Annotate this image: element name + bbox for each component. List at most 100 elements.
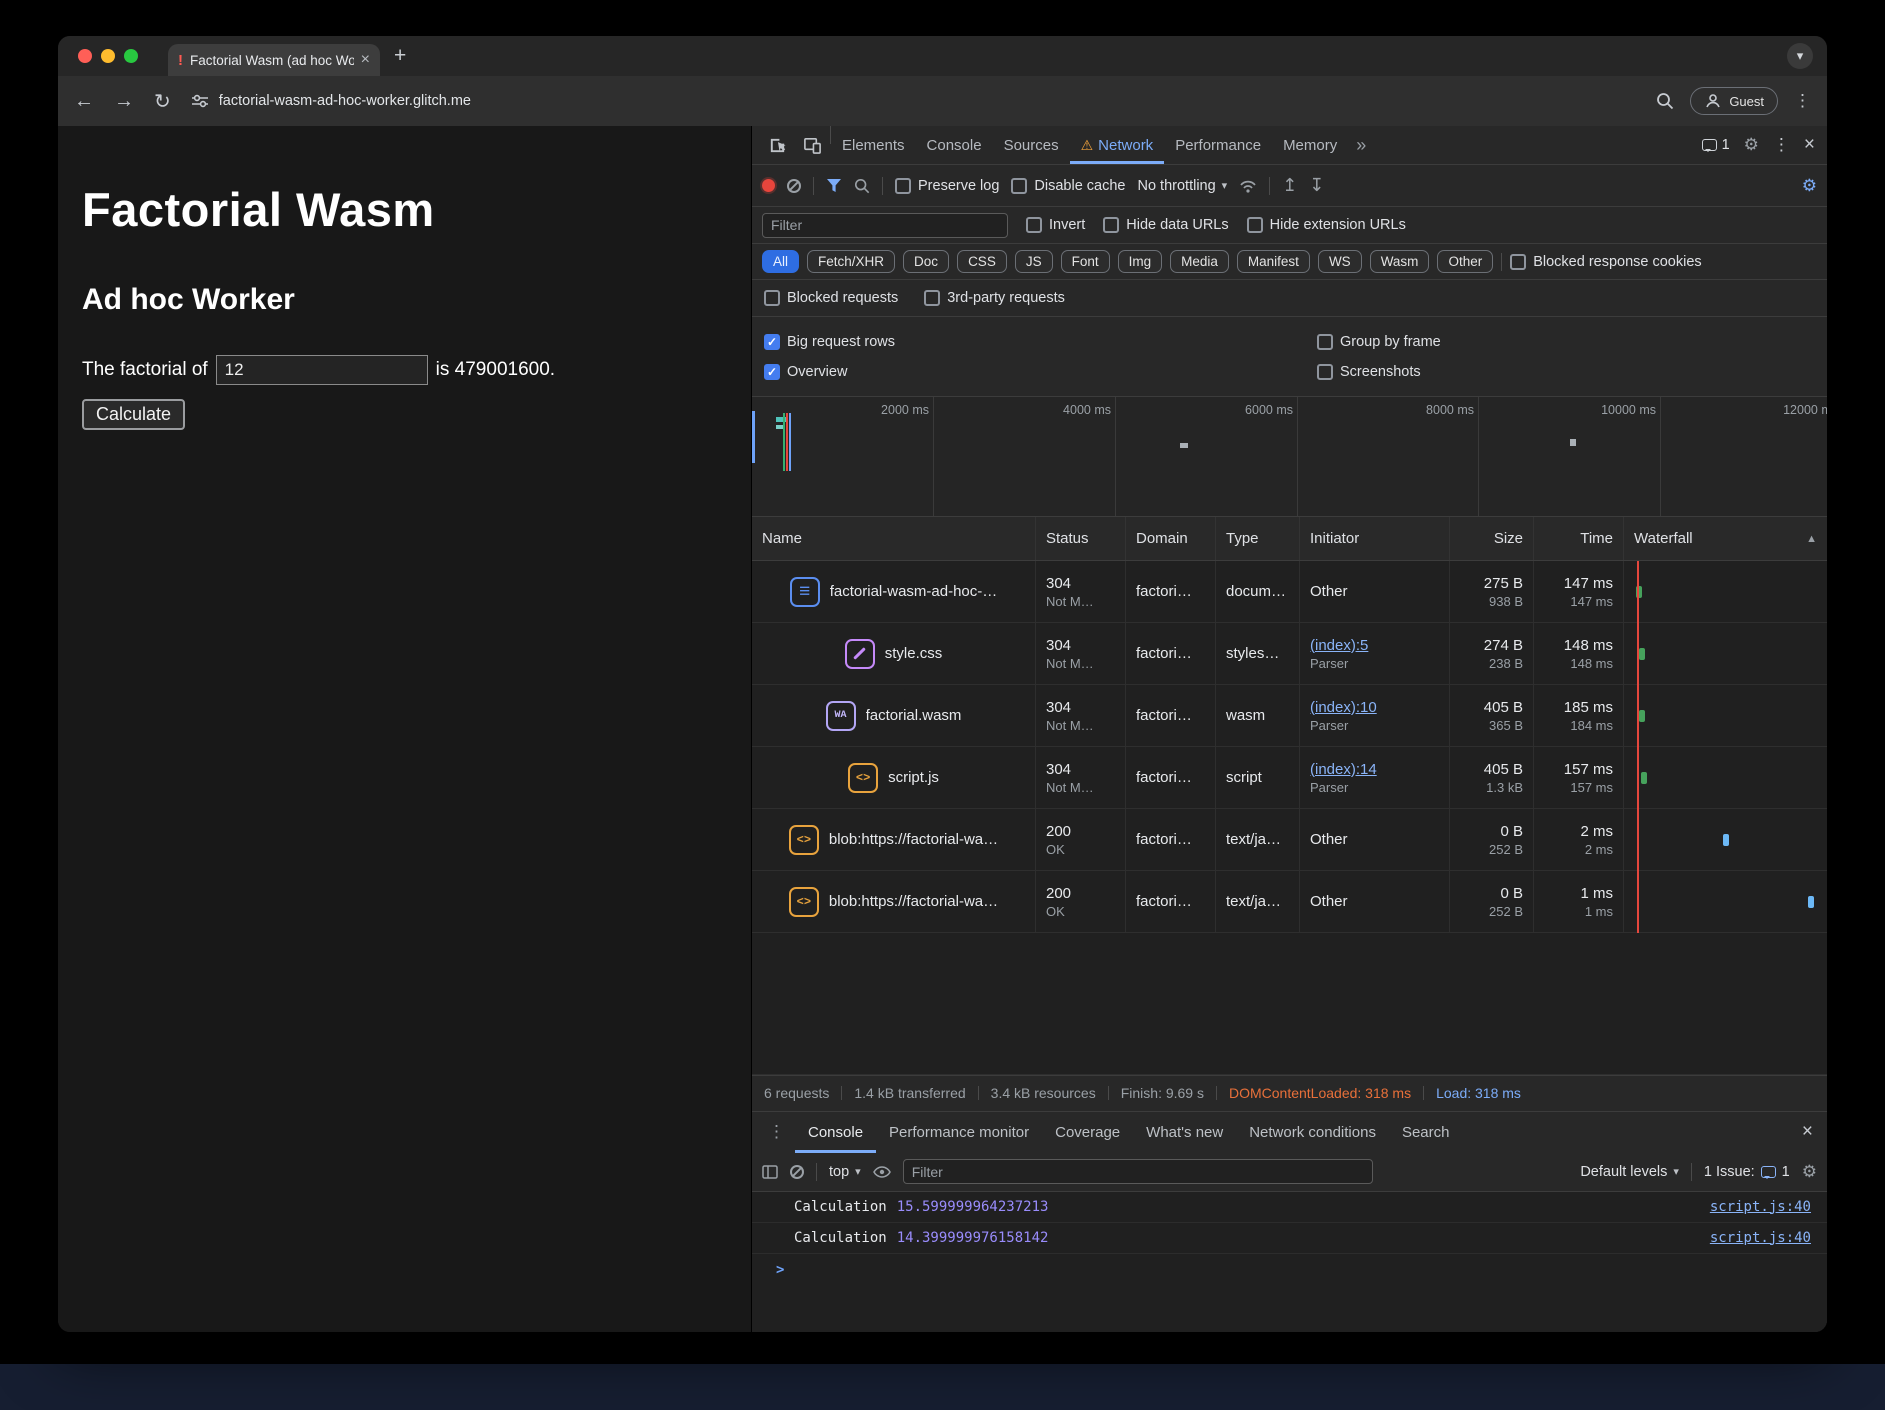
- column-header-status[interactable]: Status: [1036, 517, 1126, 560]
- device-toolbar-icon[interactable]: [795, 126, 830, 164]
- column-header-initiator[interactable]: Initiator: [1300, 517, 1450, 560]
- blocked-response-cookies-checkbox[interactable]: Blocked response cookies: [1510, 254, 1701, 270]
- factorial-input[interactable]: [216, 355, 428, 385]
- filter-chip-fetch-xhr[interactable]: Fetch/XHR: [807, 250, 895, 273]
- tab-search-button[interactable]: ▾: [1787, 43, 1813, 69]
- initiator-link[interactable]: (index):10: [1310, 699, 1439, 716]
- console-messages-badge[interactable]: 1: [1702, 137, 1730, 153]
- hide-data-urls-checkbox[interactable]: Hide data URLs: [1103, 217, 1228, 233]
- site-settings-icon[interactable]: [191, 94, 209, 108]
- column-header-waterfall[interactable]: Waterfall ▲: [1624, 517, 1827, 560]
- column-header-name[interactable]: Name: [752, 517, 1036, 560]
- search-icon[interactable]: [854, 178, 870, 194]
- network-request-row[interactable]: style.css 304Not M… factori… styles… (in…: [752, 623, 1827, 685]
- drawer-tab-console[interactable]: Console: [795, 1112, 876, 1153]
- forward-button[interactable]: →: [114, 90, 134, 113]
- clear-network-log-icon[interactable]: [787, 179, 801, 193]
- issues-counter[interactable]: 1 Issue: 1: [1704, 1164, 1790, 1180]
- devtools-settings-icon[interactable]: ⚙: [1744, 135, 1759, 155]
- invert-checkbox[interactable]: Invert: [1026, 217, 1085, 233]
- filter-chip-css[interactable]: CSS: [957, 250, 1007, 273]
- browser-menu-button[interactable]: ⋮: [1794, 91, 1811, 111]
- overview-checkbox[interactable]: Overview: [764, 364, 1317, 380]
- network-request-row[interactable]: blob:https://factorial-wa… 200OK factori…: [752, 809, 1827, 871]
- column-header-size[interactable]: Size: [1450, 517, 1534, 560]
- column-header-type[interactable]: Type: [1216, 517, 1300, 560]
- filter-chip-wasm[interactable]: Wasm: [1370, 250, 1430, 273]
- console-source-link[interactable]: script.js:40: [1710, 1230, 1811, 1246]
- calculate-button[interactable]: Calculate: [82, 399, 185, 430]
- initiator-link[interactable]: (index):14: [1310, 761, 1439, 778]
- column-header-domain[interactable]: Domain: [1126, 517, 1216, 560]
- drawer-tab-search[interactable]: Search: [1389, 1112, 1463, 1153]
- drawer-tab-performance-monitor[interactable]: Performance monitor: [876, 1112, 1042, 1153]
- address-bar-url[interactable]: factorial-wasm-ad-hoc-worker.glitch.me: [219, 93, 471, 109]
- tab-memory[interactable]: Memory: [1272, 126, 1348, 164]
- devtools-close-icon[interactable]: ×: [1804, 134, 1815, 156]
- network-request-row[interactable]: script.js 304Not M… factori… script (ind…: [752, 747, 1827, 809]
- column-header-time[interactable]: Time: [1534, 517, 1624, 560]
- filter-chip-img[interactable]: Img: [1118, 250, 1163, 273]
- record-network-log-button[interactable]: [762, 179, 775, 192]
- more-tabs-icon[interactable]: »: [1348, 126, 1374, 164]
- blocked-requests-checkbox[interactable]: Blocked requests: [764, 290, 898, 306]
- drawer-close-icon[interactable]: ×: [1794, 1112, 1821, 1153]
- execution-context-dropdown[interactable]: top ▾: [829, 1164, 861, 1180]
- third-party-requests-checkbox[interactable]: 3rd-party requests: [924, 290, 1065, 306]
- drawer-tab-coverage[interactable]: Coverage: [1042, 1112, 1133, 1153]
- zoom-icon[interactable]: [1656, 92, 1674, 110]
- drawer-tab-whats-new[interactable]: What's new: [1133, 1112, 1236, 1153]
- tab-elements[interactable]: Elements: [831, 126, 916, 164]
- console-prompt[interactable]: >: [752, 1254, 1827, 1286]
- new-tab-button[interactable]: +: [394, 44, 406, 68]
- network-request-row[interactable]: factorial.wasm 304Not M… factori… wasm (…: [752, 685, 1827, 747]
- timeline-selection-handle[interactable]: [752, 411, 755, 463]
- throttling-dropdown[interactable]: No throttling ▾: [1137, 178, 1227, 194]
- filter-chip-other[interactable]: Other: [1437, 250, 1493, 273]
- hide-extension-urls-checkbox[interactable]: Hide extension URLs: [1247, 217, 1406, 233]
- inspect-element-icon[interactable]: [760, 126, 795, 164]
- console-sidebar-icon[interactable]: [762, 1165, 778, 1179]
- browser-tab[interactable]: ! Factorial Wasm (ad hoc Worl ×: [168, 44, 380, 76]
- minimize-window-button[interactable]: [101, 49, 115, 63]
- filter-toggle-icon[interactable]: [826, 178, 842, 193]
- network-overview-timeline[interactable]: 2000 ms 4000 ms 6000 ms 8000 ms 10000 ms…: [752, 397, 1827, 517]
- tab-close-icon[interactable]: ×: [361, 51, 370, 69]
- preserve-log-checkbox[interactable]: Preserve log: [895, 178, 999, 194]
- group-by-frame-checkbox[interactable]: Group by frame: [1317, 334, 1815, 350]
- zoom-window-button[interactable]: [124, 49, 138, 63]
- filter-chip-ws[interactable]: WS: [1318, 250, 1362, 273]
- screenshots-checkbox[interactable]: Screenshots: [1317, 364, 1815, 380]
- profile-button[interactable]: Guest: [1690, 87, 1778, 115]
- initiator-link[interactable]: (index):5: [1310, 637, 1439, 654]
- devtools-menu-icon[interactable]: ⋮: [1773, 135, 1790, 155]
- tab-network[interactable]: ⚠ Network: [1070, 126, 1165, 164]
- back-button[interactable]: ←: [74, 90, 94, 113]
- tab-sources[interactable]: Sources: [993, 126, 1070, 164]
- eye-icon[interactable]: [873, 1166, 891, 1178]
- console-filter-input[interactable]: [903, 1159, 1373, 1184]
- clear-console-icon[interactable]: [790, 1165, 804, 1179]
- tab-console[interactable]: Console: [916, 126, 993, 164]
- console-settings-icon[interactable]: ⚙: [1802, 1162, 1817, 1182]
- filter-chip-all[interactable]: All: [762, 250, 799, 273]
- drawer-tab-network-conditions[interactable]: Network conditions: [1236, 1112, 1389, 1153]
- network-conditions-icon[interactable]: [1239, 179, 1257, 193]
- big-request-rows-checkbox[interactable]: Big request rows: [764, 334, 1317, 350]
- filter-chip-manifest[interactable]: Manifest: [1237, 250, 1310, 273]
- reload-button[interactable]: ↻: [154, 89, 171, 114]
- import-har-icon[interactable]: ↥: [1282, 175, 1297, 196]
- disable-cache-checkbox[interactable]: Disable cache: [1011, 178, 1125, 194]
- filter-chip-media[interactable]: Media: [1170, 250, 1229, 273]
- drawer-menu-icon[interactable]: ⋮: [758, 1112, 795, 1153]
- network-request-row[interactable]: blob:https://factorial-wa… 200OK factori…: [752, 871, 1827, 933]
- close-window-button[interactable]: [78, 49, 92, 63]
- network-filter-input[interactable]: [762, 213, 1008, 238]
- filter-chip-js[interactable]: JS: [1015, 250, 1053, 273]
- filter-chip-doc[interactable]: Doc: [903, 250, 949, 273]
- tab-performance[interactable]: Performance: [1164, 126, 1272, 164]
- network-request-row[interactable]: factorial-wasm-ad-hoc-… 304Not M… factor…: [752, 561, 1827, 623]
- network-settings-icon[interactable]: ⚙: [1802, 176, 1817, 196]
- console-source-link[interactable]: script.js:40: [1710, 1199, 1811, 1215]
- export-har-icon[interactable]: ↧: [1309, 175, 1324, 196]
